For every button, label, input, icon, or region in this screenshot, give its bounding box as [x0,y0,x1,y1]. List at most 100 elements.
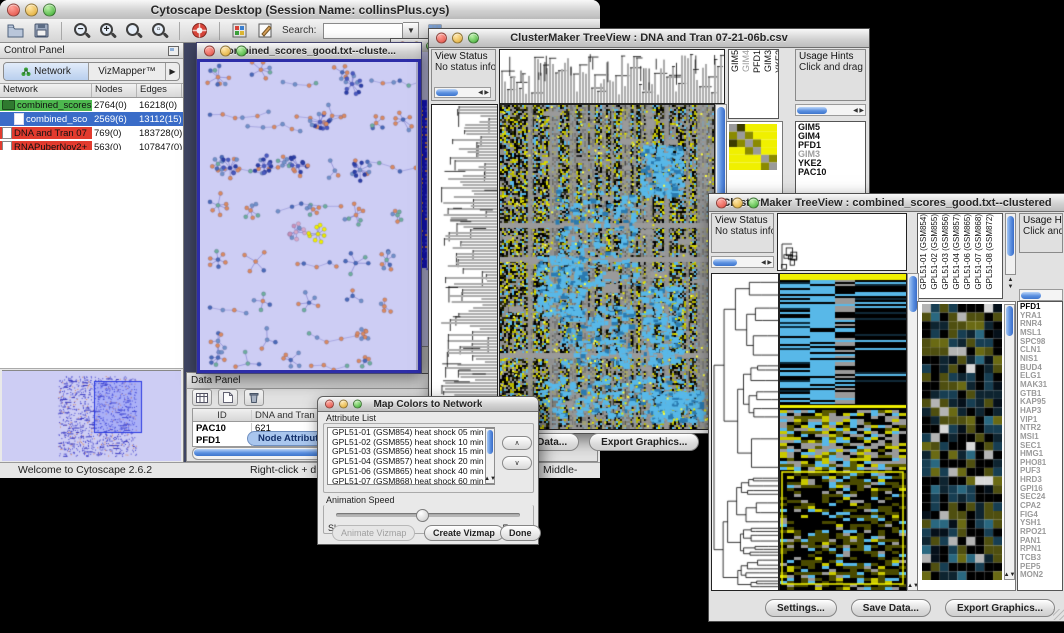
scrollbar-thumb[interactable] [436,89,458,96]
done-button[interactable]: Done [500,525,541,541]
vizmapper-icon[interactable] [230,21,249,40]
slider-thumb[interactable] [416,509,429,522]
network-table: Network Nodes Edges combined_scores 2764… [0,83,183,154]
tab-vizmapper[interactable]: VizMapper™ [89,63,166,80]
search-box: ▼ [323,23,419,39]
usage-hints-title: Usage Hints [799,51,862,62]
create-vizmap-button[interactable]: Create Vizmap [424,525,504,541]
scrollbar-arrows-icon[interactable]: ◀ ▶ [478,89,490,96]
treeview-button[interactable]: Export Graphics... [589,433,699,451]
heatmap-canvas[interactable] [779,273,907,591]
view-status-text: No status info f [435,62,492,73]
new-document-icon[interactable] [218,389,238,406]
view-status-title: View Status [715,215,770,226]
scrollbar-thumb[interactable] [1021,292,1041,299]
move-up-button[interactable]: ∧ [502,436,532,450]
network-icon [2,100,15,110]
open-icon[interactable] [6,21,25,40]
treeview2-titlebar[interactable]: ClusterMaker TreeView : combined_scores_… [709,194,1064,212]
heatmap-canvas[interactable] [499,104,715,430]
dialog-titlebar[interactable]: Map Colors to Network [318,397,538,412]
toolbar-separator [61,22,62,40]
view-status-panel: View Status No status info f ◀ ▶ [431,49,496,101]
scrollbar-thumb[interactable] [487,430,493,454]
resize-grip[interactable] [1053,609,1064,620]
scrollbar-thumb[interactable] [909,276,917,312]
close-button[interactable] [7,3,20,16]
save-icon[interactable] [32,21,51,40]
scrollbar-arrows-icon[interactable]: ▲▼ [1005,572,1014,579]
minimize-button[interactable] [452,33,463,44]
view-status-scrollbar[interactable]: ◀ ▶ [434,87,491,98]
gene-label[interactable]: MON2 [1020,571,1060,580]
attribute-list-label: Attribute List [326,413,376,423]
gene-label[interactable]: PAC10 [798,168,863,177]
usage-hints-text: Click and drag to [1023,226,1059,237]
scrollbar-arrows-icon[interactable]: ◀ ▶ [853,107,865,114]
treeview-button[interactable]: Settings... [765,599,837,617]
treeview-button[interactable]: Save Data... [851,599,931,617]
minimize-button[interactable] [339,400,348,409]
selection-vscrollbar[interactable]: ▲▼ [1004,304,1015,580]
minimize-button[interactable] [732,197,743,208]
zoom-button[interactable] [43,3,56,16]
usage-hints-text: Click and drag to [799,62,862,73]
column-label: GIM5 [730,50,740,72]
annotation-icon[interactable] [256,21,275,40]
zoom-button[interactable] [748,197,759,208]
row-dendrogram-canvas[interactable] [711,273,779,591]
treeview-button[interactable]: Export Graphics... [945,599,1055,617]
scrollbar-thumb[interactable] [713,259,737,266]
column-dendrogram-canvas[interactable] [777,213,907,271]
search-combo-arrow-icon[interactable]: ▼ [403,22,419,40]
map-colors-dialog: Map Colors to Network Attribute List GPL… [317,396,539,545]
close-button[interactable] [716,197,727,208]
zoom-selected-icon[interactable] [124,21,143,40]
zoom-fit-icon[interactable]: ▫ [150,21,169,40]
scrollbar-thumb[interactable] [797,107,827,114]
attribute-list-scrollbar[interactable]: ▲▼ [485,428,495,484]
usage-hints-scrollbar[interactable] [1019,289,1063,301]
minimize-button[interactable] [25,3,38,16]
zoom-button[interactable] [353,400,362,409]
table-icon[interactable] [192,389,212,406]
zoom-in-icon[interactable]: + [98,21,117,40]
close-button[interactable] [204,46,215,57]
network-view-titlebar[interactable]: combined_scores_good.txt--cluste... [197,43,421,60]
row-dendrogram-canvas[interactable] [431,104,498,430]
close-button[interactable] [325,400,334,409]
close-button[interactable] [436,33,447,44]
tab-more-arrow[interactable]: ▶ [166,63,179,80]
network-overview-canvas[interactable] [2,370,181,461]
scrollbar-thumb[interactable] [1007,216,1014,256]
network-canvas[interactable] [200,62,416,370]
trash-icon[interactable] [244,389,264,406]
zoom-button[interactable] [236,46,247,57]
table-row[interactable]: combined_sco 2569(6) 13112(15) [0,112,183,126]
control-panel-tabs: Network VizMapper™ ▶ [3,62,180,81]
mini-heatmap-canvas[interactable] [729,124,777,170]
view-status-scrollbar[interactable]: ◀ ▶ [711,256,774,268]
move-down-button[interactable]: ∨ [502,456,532,470]
selection-heatmap-canvas[interactable] [922,304,1002,580]
column-labels-scrollbar[interactable] [1005,213,1016,275]
zoom-button[interactable] [468,33,479,44]
minimize-button[interactable] [220,46,231,57]
float-panel-icon[interactable] [168,46,179,56]
main-titlebar[interactable]: Cytoscape Desktop (Session Name: collins… [0,0,600,20]
scrollbar-arrows-icon[interactable]: ▲▼ [486,476,494,483]
attribute-list-item[interactable]: GPL51-07 (GSM868) heat shock 60 min [330,477,494,485]
help-icon[interactable] [190,21,209,40]
table-row[interactable]: combined_scores 2764(0) 16218(0) [0,98,183,112]
scrollbar-thumb[interactable] [1006,306,1013,336]
column-dendrogram-canvas[interactable] [499,49,725,104]
table-row[interactable]: DNA and Tran 07 769(0) 183728(0) [0,126,183,140]
zoom-out-icon[interactable]: − [72,21,91,40]
treeview1-titlebar[interactable]: ClusterMaker TreeView : DNA and Tran 07-… [429,29,869,48]
search-input[interactable] [323,23,403,39]
column-label: GPL51-03 (GSM856) [941,214,950,290]
scrollbar-arrows-icon[interactable]: ◀ ▶ [761,259,773,266]
usage-hints-scrollbar[interactable]: ◀ ▶ [795,104,866,116]
view-status-panel: View Status No status info f [711,213,774,253]
tab-network[interactable]: Network [4,63,89,80]
